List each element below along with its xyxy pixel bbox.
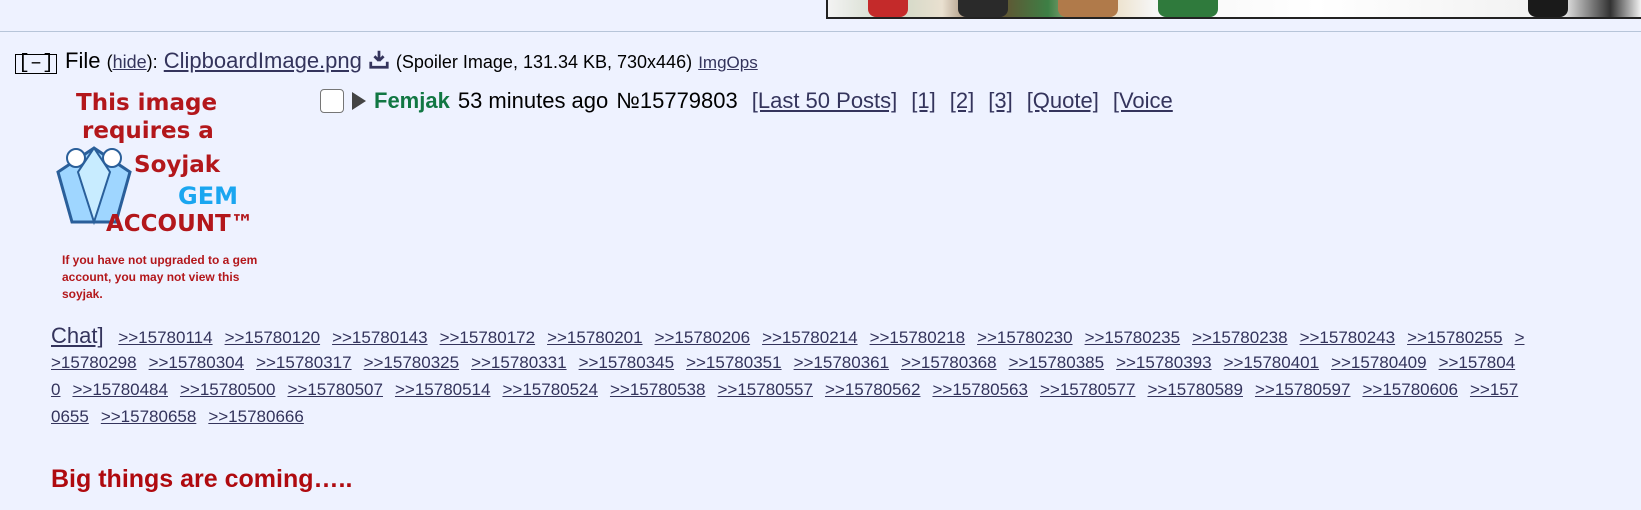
backlink[interactable]: >>15780401	[1224, 353, 1320, 372]
post-select-checkbox[interactable]	[320, 89, 344, 113]
backlink[interactable]: 0	[51, 380, 60, 399]
last-50-posts-link[interactable]: [Last 50 Posts]	[752, 88, 898, 114]
backlink[interactable]: >>15780345	[579, 353, 675, 372]
backlink[interactable]: >>15780577	[1040, 380, 1136, 399]
backlink[interactable]: >>15780385	[1009, 353, 1105, 372]
backlink[interactable]: >>15780557	[717, 380, 813, 399]
backlink[interactable]: >>15780206	[655, 328, 751, 347]
backlink[interactable]: >>15780507	[287, 380, 383, 399]
collapse-toggle[interactable]: [–]	[15, 54, 58, 74]
backlink[interactable]: >>157	[1470, 380, 1518, 399]
file-info: [–] File (hide): ClipboardImage.png (Spoil…	[15, 48, 758, 74]
backlink[interactable]: >>15780255	[1407, 328, 1503, 347]
backlink[interactable]: >>15780317	[256, 353, 352, 372]
backlink[interactable]: >>15780666	[208, 407, 304, 426]
imgops-link[interactable]: ImgOps	[698, 53, 758, 72]
backlinks: Chat] >>15780114 >>15780120 >>15780143 >>15…	[51, 322, 1641, 430]
quote-link[interactable]: [Quote]	[1027, 88, 1099, 114]
page-1-link[interactable]: [1]	[911, 88, 935, 114]
backlink[interactable]: >>15780658	[101, 407, 197, 426]
post-header: Femjak 53 minutes ago №15779803 [Last 50…	[320, 88, 1187, 114]
backlink[interactable]: >>15780143	[332, 328, 428, 347]
file-meta: (Spoiler Image, 131.34 KB, 730x446)	[395, 52, 693, 72]
backlink[interactable]: >>15780514	[395, 380, 491, 399]
backlink[interactable]: >>15780331	[471, 353, 567, 372]
hide-link[interactable]: hide	[113, 52, 147, 72]
filename-link[interactable]: ClipboardImage.png	[164, 48, 362, 73]
backlink[interactable]: >>15780368	[901, 353, 997, 372]
backlink[interactable]: >>15780562	[825, 380, 921, 399]
backlink[interactable]: >>15780500	[180, 380, 276, 399]
divider	[0, 31, 1641, 32]
post-message: Big things are coming…..	[51, 465, 353, 493]
backlink[interactable]: >	[1515, 328, 1525, 347]
spoiler-thumbnail[interactable]: This image requires a Soyjak GEM ACCOUNT…	[50, 90, 280, 305]
backlink[interactable]: >>15780230	[977, 328, 1073, 347]
backlink[interactable]: >15780298	[51, 353, 137, 372]
backlink[interactable]: >>15780238	[1192, 328, 1288, 347]
post-time: 53 minutes ago	[457, 88, 609, 113]
page-2-link[interactable]: [2]	[950, 88, 974, 114]
backlink[interactable]: >>15780538	[610, 380, 706, 399]
download-icon[interactable]	[368, 48, 390, 70]
backlink[interactable]: >>15780201	[547, 328, 643, 347]
backlink[interactable]: >>15780606	[1362, 380, 1458, 399]
page-3-link[interactable]: [3]	[988, 88, 1012, 114]
backlink[interactable]: >>15780120	[225, 328, 321, 347]
backlink[interactable]: >>15780484	[72, 380, 168, 399]
backlink[interactable]: >>15780325	[364, 353, 460, 372]
backlink[interactable]: 0655	[51, 407, 89, 426]
file-label: File	[65, 48, 101, 73]
expand-triangle-icon[interactable]	[352, 92, 366, 110]
backlink[interactable]: >>15780114	[118, 328, 212, 347]
backlink[interactable]: >>15780235	[1085, 328, 1181, 347]
backlink[interactable]: >>15780304	[149, 353, 245, 372]
backlink[interactable]: >>15780409	[1331, 353, 1427, 372]
backlink[interactable]: >>15780351	[686, 353, 782, 372]
voice-chat-link-end[interactable]: Chat]	[51, 323, 104, 348]
post-number[interactable]: №15779803	[616, 88, 737, 114]
backlink[interactable]: >>15780524	[502, 380, 598, 399]
poster-name: Femjak	[374, 88, 450, 113]
backlink[interactable]: >>15780172	[440, 328, 536, 347]
backlink[interactable]: >>15780393	[1116, 353, 1212, 372]
backlink[interactable]: >>15780218	[870, 328, 966, 347]
backlink[interactable]: >>15780214	[762, 328, 858, 347]
backlink[interactable]: >>157804	[1439, 353, 1516, 372]
backlink[interactable]: >>15780563	[932, 380, 1028, 399]
voice-chat-link[interactable]: [Voice	[1113, 88, 1173, 114]
backlink[interactable]: >>15780243	[1300, 328, 1396, 347]
backlink[interactable]: >>15780589	[1147, 380, 1243, 399]
backlink[interactable]: >>15780361	[794, 353, 890, 372]
backlink[interactable]: >>15780597	[1255, 380, 1351, 399]
banner-image	[826, 0, 1641, 19]
